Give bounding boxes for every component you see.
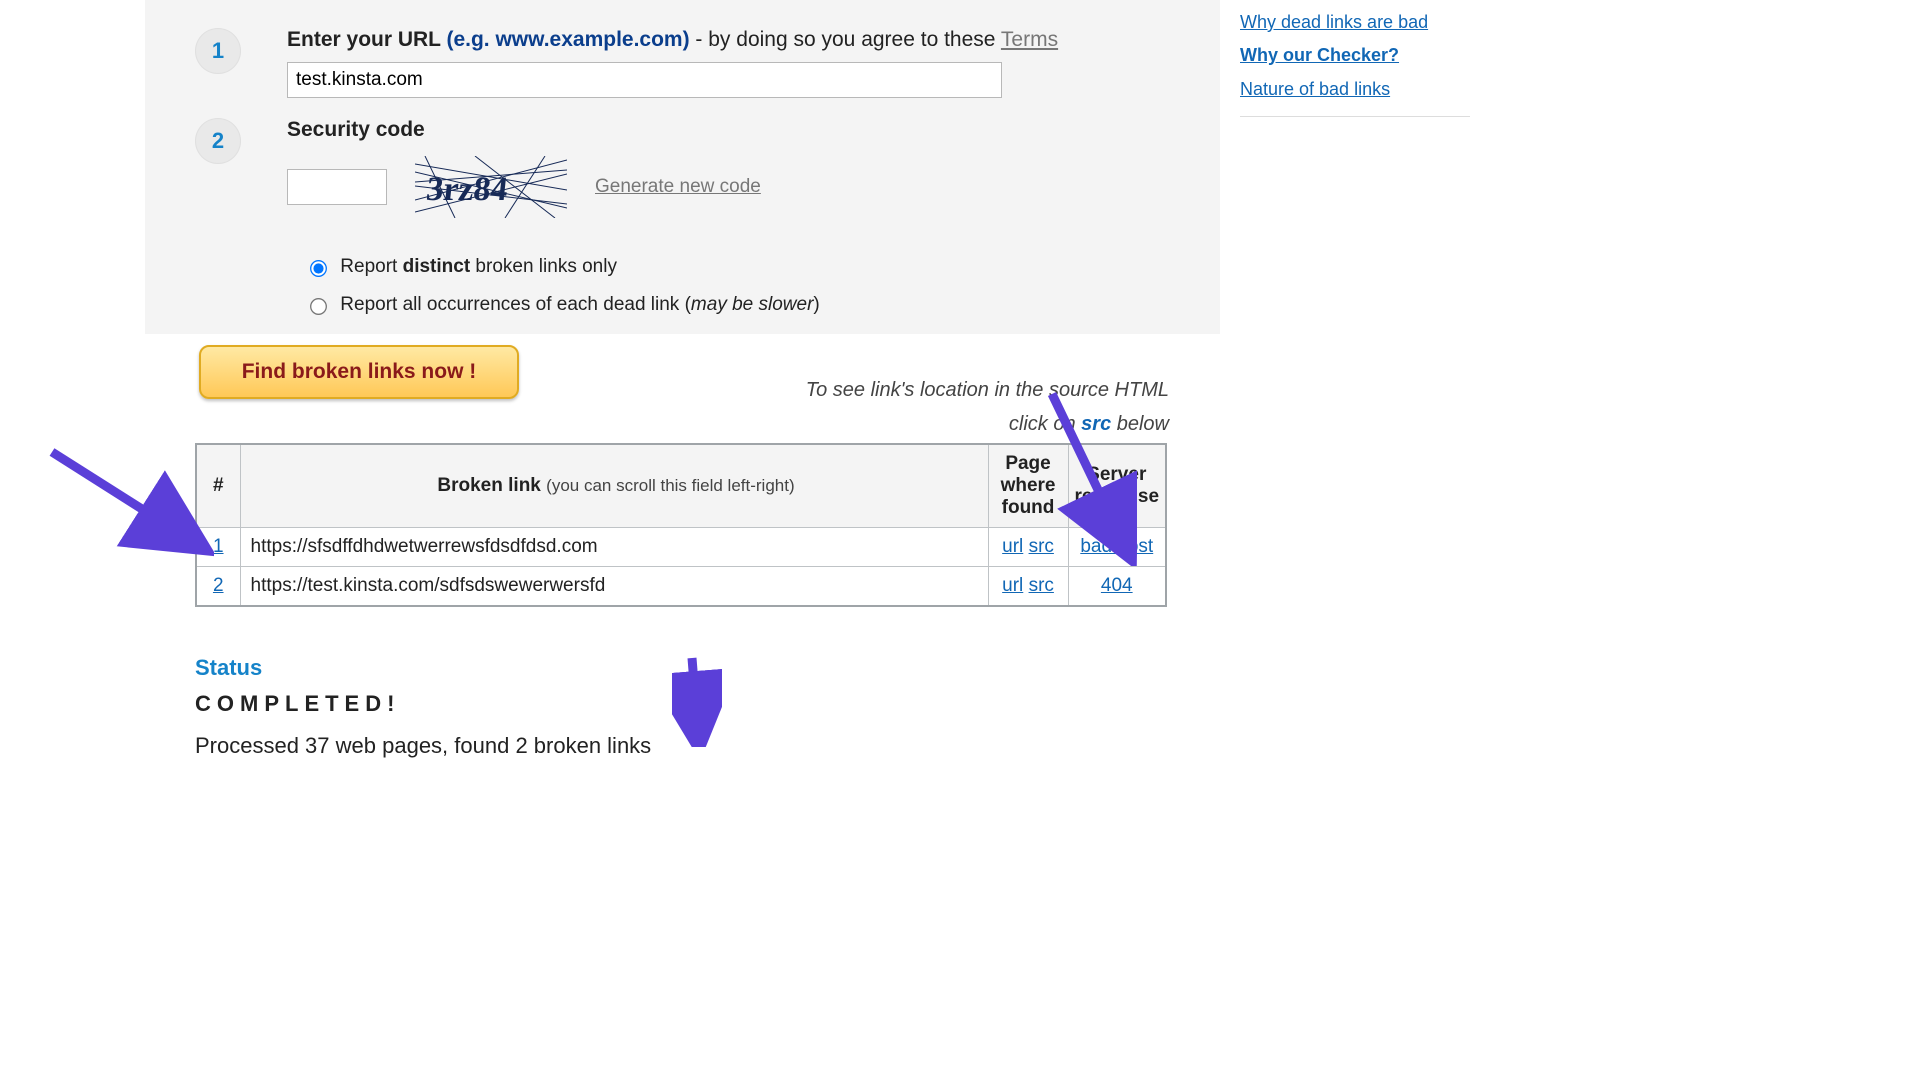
row-number-link[interactable]: 2: [213, 575, 224, 596]
sidebar-link-dead-links-bad[interactable]: Why dead links are bad: [1240, 6, 1470, 39]
radio-distinct-bold: distinct: [403, 256, 471, 277]
broken-link-cell: https://test.kinsta.com/sdfsdswewerwersf…: [240, 567, 988, 607]
terms-link[interactable]: Terms: [1001, 28, 1058, 51]
sidebar-link-nature-bad-links[interactable]: Nature of bad links: [1240, 73, 1470, 106]
step-1-heading: Enter your URL (e.g. www.example.com) - …: [287, 28, 1220, 52]
status-title: Status: [195, 655, 651, 681]
radio-distinct-post: broken links only: [470, 256, 617, 277]
captcha-text: 3rz84: [425, 171, 510, 208]
form-panel: 1 Enter your URL (e.g. www.example.com) …: [145, 0, 1220, 334]
row-number-link[interactable]: 1: [213, 536, 224, 557]
radio-distinct[interactable]: [310, 260, 327, 277]
broken-link-cell: https://sfsdffdhdwetwerrewsfdsdfdsd.com: [240, 528, 988, 567]
radio-all-label[interactable]: Report all occurrences of each dead link…: [307, 294, 820, 315]
page-url-link[interactable]: url: [1002, 575, 1023, 596]
annotation-arrow-icon: [672, 652, 722, 747]
captcha-image: 3rz84: [415, 156, 567, 218]
radio-distinct-row: Report distinct broken links only: [307, 248, 1220, 286]
table-row: 2 https://test.kinsta.com/sdfsdswewerwer…: [196, 567, 1166, 607]
annotation-arrow-icon: [44, 444, 214, 564]
radio-distinct-label[interactable]: Report distinct broken links only: [307, 256, 617, 277]
radio-all-pre: Report all occurrences of each dead link…: [340, 294, 691, 315]
security-code-input[interactable]: [287, 169, 387, 205]
col-link-main: Broken link: [437, 475, 540, 496]
url-input[interactable]: [287, 62, 1002, 98]
step-badge-1: 1: [195, 28, 241, 74]
report-mode-radio-group: Report distinct broken links only Report…: [307, 248, 1220, 324]
status-block: Status COMPLETED! Processed 37 web pages…: [195, 655, 651, 759]
radio-distinct-pre: Report: [340, 256, 402, 277]
col-link-sub: (you can scroll this field left-right): [546, 476, 794, 495]
step-badge-2: 2: [195, 118, 241, 164]
status-summary: Processed 37 web pages, found 2 broken l…: [195, 733, 651, 759]
find-broken-links-button[interactable]: Find broken links now !: [199, 345, 519, 399]
radio-all-row: Report all occurrences of each dead link…: [307, 286, 1220, 324]
step1-label-prefix: Enter your URL: [287, 28, 446, 51]
radio-all[interactable]: [310, 298, 327, 315]
col-header-broken-link: Broken link (you can scroll this field l…: [240, 444, 988, 528]
step1-suffix: - by doing so you agree to these: [690, 28, 1001, 51]
security-wrap: 3rz84 Generate new code: [287, 156, 1220, 218]
status-completed: COMPLETED!: [195, 691, 651, 717]
radio-all-post: ): [813, 294, 819, 315]
step-1-row: 1 Enter your URL (e.g. www.example.com) …: [145, 18, 1220, 108]
page-src-link[interactable]: src: [1029, 575, 1054, 596]
step1-example: (e.g. www.example.com): [446, 28, 689, 51]
step-1-body: Enter your URL (e.g. www.example.com) - …: [287, 28, 1220, 98]
server-response-link[interactable]: 404: [1101, 575, 1133, 596]
generate-new-code-link[interactable]: Generate new code: [595, 176, 761, 198]
annotation-arrow-icon: [1017, 386, 1137, 566]
sidebar-links: Why dead links are bad Why our Checker? …: [1240, 6, 1470, 117]
step-2-heading: Security code: [287, 118, 1220, 142]
sidebar-link-why-checker[interactable]: Why our Checker?: [1240, 39, 1470, 72]
step-2-body: Security code 3rz84 Generate new code: [287, 118, 1220, 324]
radio-all-italic: may be slower: [691, 294, 814, 315]
step-2-row: 2 Security code 3rz84 Generate new code: [145, 108, 1220, 334]
